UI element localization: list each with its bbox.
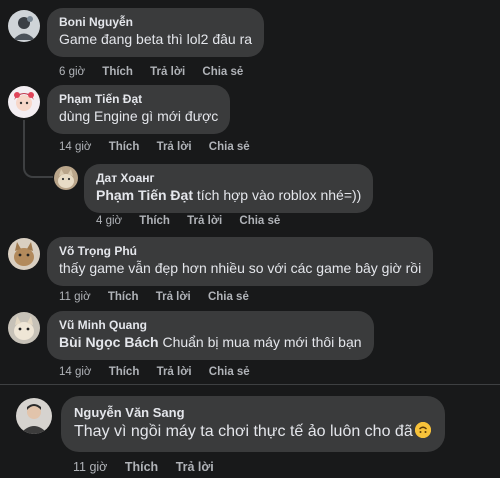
like-button[interactable]: Thích — [109, 366, 140, 378]
like-button[interactable]: Thích — [125, 460, 158, 474]
share-button[interactable]: Chia sẻ — [209, 141, 250, 153]
reply-thread-line — [23, 120, 53, 178]
share-button[interactable]: Chia sẻ — [239, 215, 280, 227]
comment-text-body: tích hợp vào roblox nhé=)) — [193, 187, 362, 203]
upside-down-face-icon — [414, 422, 431, 438]
comment-text: Thay vì ngồi máy ta chơi thực tế ảo luôn… — [74, 421, 431, 443]
reply-button[interactable]: Trả lời — [156, 291, 191, 303]
comment-actions: 4 giờ Thích Trả lời Chia sẻ — [96, 215, 294, 227]
comment-actions: 11 giờ Thích Trả lời Chia sẻ — [59, 291, 263, 303]
avatar[interactable] — [8, 312, 40, 344]
like-button[interactable]: Thích — [108, 291, 139, 303]
comment-author[interactable]: Vũ Minh Quang — [59, 318, 362, 333]
comment-bubble: Boni Nguyễn Game đang beta thì lol2 đâu … — [47, 8, 265, 57]
reply-button[interactable]: Trả lời — [187, 215, 222, 227]
comment-author[interactable]: Võ Trọng Phú — [59, 244, 421, 259]
comment-text: dùng Engine gì mới được — [59, 108, 219, 124]
comment-time[interactable]: 11 giờ — [59, 291, 91, 303]
comment-text: Bùi Ngọc Bách Chuẩn bị mua máy mới thôi … — [59, 333, 362, 352]
comment-text-body: Chuẩn bị mua máy mới thôi bạn — [158, 334, 362, 350]
reply-button[interactable]: Trả lời — [176, 460, 214, 474]
comment-bubble: Vũ Minh Quang Bùi Ngọc Bách Chuẩn bị mua… — [47, 311, 374, 360]
comment-author[interactable]: Nguyễn Văn Sang — [74, 404, 431, 421]
comment-time[interactable]: 14 giờ — [59, 141, 91, 153]
reply-button[interactable]: Trả lời — [157, 366, 192, 378]
mention-link[interactable]: Bùi Ngọc Bách — [59, 334, 159, 350]
mention-link[interactable]: Phạm Tiến Đạt — [96, 187, 193, 203]
comment-author[interactable]: Boni Nguyễn — [59, 15, 252, 30]
comment-bubble: Võ Trọng Phú thấy game vẫn đẹp hơn nhiều… — [47, 237, 434, 286]
comment-actions: 11 giờ Thích Trả lời — [73, 460, 228, 474]
section-divider — [0, 384, 500, 385]
share-button[interactable]: Chia sẻ — [209, 366, 250, 378]
comment-time[interactable]: 11 giờ — [73, 460, 107, 474]
avatar[interactable] — [54, 166, 78, 190]
avatar[interactable] — [16, 398, 52, 434]
comment-bubble: Phạm Tiến Đạt dùng Engine gì mới được — [47, 85, 231, 134]
comment-actions: 14 giờ Thích Trả lời Chia sẻ — [59, 366, 264, 378]
avatar[interactable] — [8, 238, 40, 270]
comment-bubble: Дат Хоанг Phạm Tiến Đạt tích hợp vào rob… — [84, 164, 374, 213]
like-button[interactable]: Thích — [109, 141, 140, 153]
like-button[interactable]: Thích — [102, 66, 133, 78]
comment-actions: 14 giờ Thích Trả lời Chia sẻ — [59, 141, 264, 153]
comment-time[interactable]: 6 giờ — [59, 66, 85, 78]
comment-actions: 6 giờ Thích Trả lời Chia sẻ — [59, 66, 257, 78]
comment-text: Game đang beta thì lol2 đâu ra — [59, 31, 253, 47]
reply-button[interactable]: Trả lời — [150, 66, 185, 78]
comment-author[interactable]: Дат Хоанг — [96, 171, 361, 186]
comment-time[interactable]: 4 giờ — [96, 215, 122, 227]
like-button[interactable]: Thích — [139, 215, 170, 227]
comment-text: thấy game vẫn đẹp hơn nhiều so với các g… — [59, 260, 422, 276]
avatar[interactable] — [8, 10, 40, 42]
comment-text: Phạm Tiến Đạt tích hợp vào roblox nhé=)) — [96, 186, 361, 205]
share-button[interactable]: Chia sẻ — [202, 66, 243, 78]
comment-text-body: Thay vì ngồi máy ta chơi thực tế ảo luôn… — [74, 423, 413, 440]
avatar[interactable] — [8, 86, 40, 118]
comment-time[interactable]: 14 giờ — [59, 366, 91, 378]
reply-button[interactable]: Trả lời — [157, 141, 192, 153]
comment-author[interactable]: Phạm Tiến Đạt — [59, 92, 218, 107]
share-button[interactable]: Chia sẻ — [208, 291, 249, 303]
comment-bubble: Nguyễn Văn Sang Thay vì ngồi máy ta chơi… — [61, 396, 445, 452]
